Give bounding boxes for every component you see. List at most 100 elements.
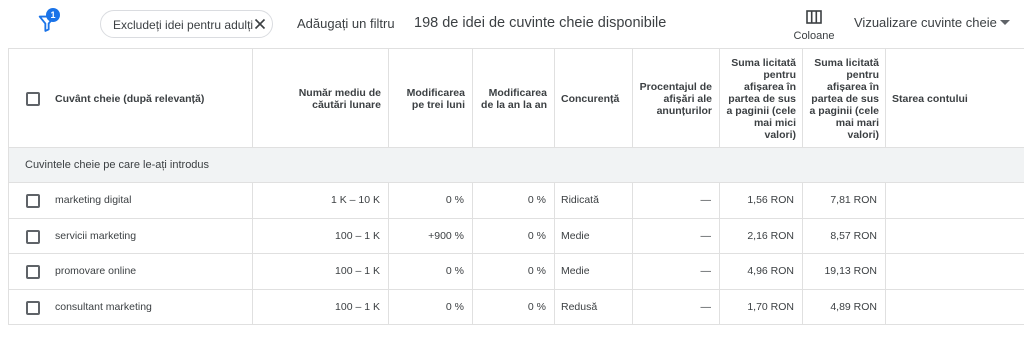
row-checkbox[interactable] — [26, 300, 40, 315]
cell-competition: Medie — [555, 254, 633, 289]
filter-count-badge: 1 — [46, 8, 60, 22]
section-label: Cuvintele cheie pe care le-ați introdus — [25, 159, 210, 171]
header-bid-high-label: Suma licitată pentru afișarea în partea … — [809, 56, 879, 141]
header-three-month-change[interactable]: Modificarea pe trei luni — [389, 49, 473, 148]
cell-yoy: 0 % — [473, 254, 555, 289]
cell-yoy-text: 0 % — [527, 194, 546, 207]
adult-ideas-filter-chip[interactable]: Excludeți idei pentru adulți — [100, 10, 273, 38]
cell-yoy-text: 0 % — [527, 229, 546, 242]
table-row[interactable]: servicii marketing 100 – 1 K +900 % 0 % Medi… — [9, 218, 1024, 254]
view-selector[interactable]: Vizualizare cuvinte cheie — [854, 15, 997, 30]
cell-impression-share-text: — — [700, 229, 712, 242]
select-all-checkbox[interactable] — [26, 92, 40, 106]
columns-icon — [806, 10, 822, 24]
cell-bid-low-text: 1,56 RON — [747, 194, 794, 207]
header-impression-share-label: Procentajul de afișări ale anunțurilor — [639, 80, 712, 117]
cell-competition: Ridicată — [555, 183, 633, 218]
columns-label: Coloane — [793, 30, 835, 42]
cell-yoy: 0 % — [473, 218, 555, 253]
cell-keyword-text: servicii marketing — [55, 229, 137, 242]
table-row[interactable]: consultant marketing 100 – 1 K 0 % 0 % Redus… — [9, 289, 1024, 325]
cell-keyword: promovare online — [9, 254, 253, 289]
header-yoy-change[interactable]: Modificarea de la an la an — [473, 49, 555, 148]
cell-three-month: 0 % — [389, 183, 473, 218]
cell-bid-low: 4,96 RON — [720, 254, 803, 289]
cell-bid-low: 1,70 RON — [720, 289, 803, 324]
cell-keyword: servicii marketing — [9, 218, 253, 253]
cell-account-status — [886, 219, 1024, 254]
caret-down-icon[interactable] — [1000, 20, 1010, 25]
cell-keyword: consultant marketing — [9, 289, 253, 324]
cell-avg-searches-text: 100 – 1 K — [335, 300, 380, 313]
cell-impression-share: — — [633, 218, 720, 253]
cell-account-status — [886, 290, 1024, 325]
cell-yoy: 0 % — [473, 183, 555, 218]
cell-competition: Medie — [555, 218, 633, 253]
cell-impression-share-text: — — [700, 194, 712, 207]
header-account-status[interactable]: Starea contului — [886, 49, 1024, 148]
header-three-month-label: Modificarea pe trei luni — [406, 86, 465, 111]
cell-avg-searches: 100 – 1 K — [253, 218, 389, 253]
header-bid-low-label: Suma licitată pentru afișarea în partea … — [726, 56, 796, 141]
cell-three-month-text: 0 % — [445, 194, 464, 207]
cell-account-status — [886, 183, 1024, 218]
cell-three-month: +900 % — [389, 218, 473, 253]
cell-avg-searches: 1 K – 10 K — [253, 183, 389, 218]
cell-avg-searches: 100 – 1 K — [253, 289, 389, 324]
cell-impression-share: — — [633, 183, 720, 218]
cell-three-month-text: 0 % — [445, 300, 464, 313]
cell-bid-low-text: 2,16 RON — [747, 229, 794, 242]
cell-bid-high-text: 7,81 RON — [830, 194, 877, 207]
cell-keyword-text: marketing digital — [55, 194, 132, 207]
section-header-entered-keywords: Cuvintele cheie pe care le-ați introdus — [9, 148, 1024, 183]
table-row[interactable]: marketing digital 1 K – 10 K 0 % 0 % Ridicat… — [9, 183, 1024, 219]
row-checkbox[interactable] — [26, 194, 40, 208]
header-avg-searches[interactable]: Număr mediu de căutări lunare — [253, 49, 389, 148]
cell-impression-share-text: — — [700, 265, 712, 278]
close-icon[interactable] — [253, 17, 267, 31]
cell-three-month: 0 % — [389, 289, 473, 324]
header-yoy-label: Modificarea de la an la an — [481, 86, 547, 111]
header-competition[interactable]: Concurență — [555, 49, 633, 148]
cell-bid-high: 7,81 RON — [803, 183, 886, 218]
header-impression-share[interactable]: Procentajul de afișări ale anunțurilor — [633, 49, 720, 148]
header-bid-high[interactable]: Suma licitată pentru afișarea în partea … — [803, 49, 886, 148]
cell-three-month-text: +900 % — [428, 229, 464, 242]
cell-competition-text: Medie — [561, 265, 590, 278]
cell-bid-high-text: 19,13 RON — [824, 265, 877, 278]
cell-impression-share: — — [633, 254, 720, 289]
add-filter-button[interactable]: Adăugați un filtru — [297, 16, 395, 31]
cell-avg-searches-text: 100 – 1 K — [335, 229, 380, 242]
row-checkbox[interactable] — [26, 229, 40, 244]
cell-bid-high-text: 4,89 RON — [830, 300, 877, 313]
table-body: marketing digital 1 K – 10 K 0 % 0 % Ridicat… — [9, 183, 1024, 325]
cell-bid-high: 4,89 RON — [803, 289, 886, 324]
table-header: Cuvânt cheie (după relevanță) Număr medi… — [9, 48, 1024, 148]
header-bid-low[interactable]: Suma licitată pentru afișarea în partea … — [720, 49, 803, 148]
cell-bid-low: 2,16 RON — [720, 218, 803, 253]
cell-competition-text: Redusă — [561, 300, 598, 313]
cell-keyword-text: consultant marketing — [55, 300, 152, 313]
cell-avg-searches: 100 – 1 K — [253, 254, 389, 289]
cell-avg-searches-text: 100 – 1 K — [335, 265, 380, 278]
cell-bid-low-text: 1,70 RON — [747, 300, 794, 313]
row-checkbox[interactable] — [26, 265, 40, 279]
header-avg-searches-label: Număr mediu de căutări lunare — [298, 86, 381, 111]
header-keyword-label: Cuvânt cheie (după relevanță) — [55, 92, 205, 105]
chip-label: Excludeți idei pentru adulți — [113, 18, 254, 32]
cell-bid-high: 19,13 RON — [803, 254, 886, 289]
cell-bid-low-text: 4,96 RON — [747, 265, 794, 278]
header-keyword[interactable]: Cuvânt cheie (după relevanță) — [9, 49, 253, 148]
keyword-ideas-count: 198 de idei de cuvinte cheie disponibile — [414, 15, 667, 31]
cell-yoy-text: 0 % — [527, 265, 546, 278]
cell-three-month: 0 % — [389, 254, 473, 289]
table-row[interactable]: promovare online 100 – 1 K 0 % 0 % Medie — 4,9… — [9, 254, 1024, 290]
cell-impression-share: — — [633, 289, 720, 324]
cell-avg-searches-text: 1 K – 10 K — [330, 194, 380, 207]
cell-bid-high-text: 8,57 RON — [830, 229, 877, 242]
header-account-status-label: Starea contului — [892, 92, 968, 105]
cell-bid-high: 8,57 RON — [803, 218, 886, 253]
cell-three-month-text: 0 % — [445, 265, 464, 278]
cell-account-status — [886, 254, 1024, 289]
columns-button[interactable]: Coloane — [792, 8, 836, 44]
